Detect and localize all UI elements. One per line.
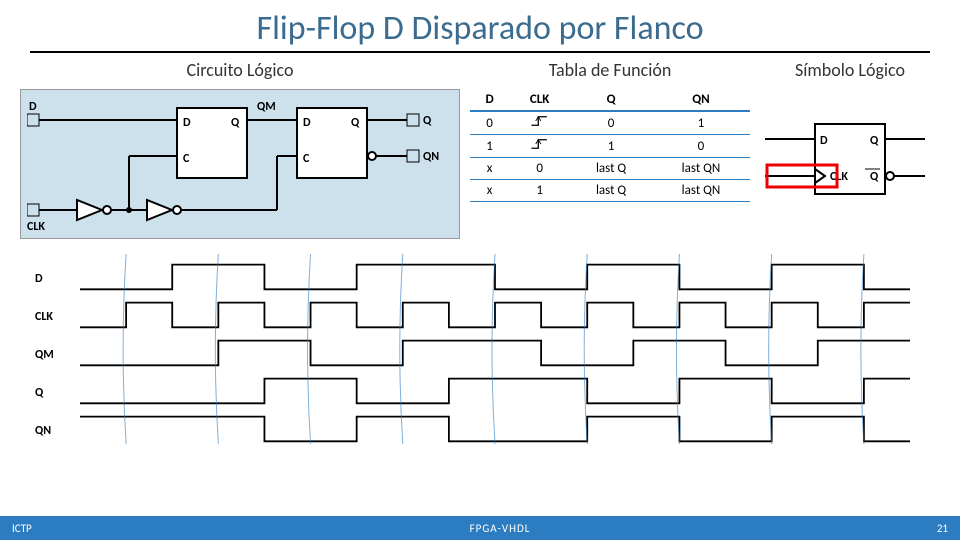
table-row: 001: [470, 111, 750, 135]
table-header: QN: [652, 89, 750, 111]
ff1-c: C: [183, 152, 190, 166]
edge-arrow-icon: [123, 254, 126, 444]
label-clk: CLK: [27, 220, 45, 234]
timing-label: D: [35, 272, 43, 286]
column-circuit: Circuito Lógico D CLK: [20, 59, 460, 239]
footer-left: ICTP: [12, 522, 92, 535]
waveform: [80, 303, 910, 328]
label-qn: QN: [423, 150, 439, 164]
footer-bar: ICTP FPGA-VHDL 21: [0, 516, 960, 540]
ff2-q: Q: [351, 116, 360, 130]
sym-qbar: Q: [870, 170, 879, 184]
heading-table: Tabla de Función: [470, 59, 750, 81]
heading-circuit: Circuito Lógico: [20, 59, 460, 81]
table-row: x0last Qlast QN: [470, 158, 750, 180]
label-d: D: [29, 100, 37, 114]
timing-label: QN: [35, 424, 51, 438]
table-header: Q: [570, 89, 652, 111]
column-symbol: Símbolo Lógico D CLK Q Q: [760, 59, 940, 239]
columns: Circuito Lógico D CLK: [0, 59, 960, 239]
column-table: Tabla de Función DCLKQQN 001110x0last Ql…: [470, 59, 750, 239]
ff1-d: D: [183, 116, 191, 130]
timing-label: CLK: [35, 310, 53, 324]
page-title: Flip-Flop D Disparado por Flanco: [0, 0, 960, 51]
ff2-d: D: [303, 116, 311, 130]
ff1-q: Q: [231, 116, 240, 130]
footer-center: FPGA-VHDL: [92, 522, 908, 535]
table-row: 110: [470, 135, 750, 158]
footer-right: 21: [908, 522, 948, 535]
timing-label: Q: [35, 386, 44, 400]
circuit-diagram: D CLK D C: [20, 89, 460, 239]
label-q: Q: [423, 114, 432, 128]
symbol-diagram: D CLK Q Q: [760, 89, 940, 239]
label-qm: QM: [257, 100, 276, 114]
ff2-c: C: [303, 152, 310, 166]
waveform: [80, 379, 910, 404]
sym-q: Q: [870, 134, 879, 148]
title-underline: [30, 51, 930, 53]
timing-label: QM: [35, 348, 54, 362]
table-row: x1last Qlast QN: [470, 180, 750, 202]
table-header: D: [470, 89, 509, 111]
sym-clk: CLK: [830, 170, 848, 184]
truth-table: DCLKQQN 001110x0last Qlast QNx1last Qlas…: [470, 89, 750, 202]
timing-diagram: D CLK QM Q QN: [0, 249, 960, 454]
heading-symbol: Símbolo Lógico: [760, 59, 940, 81]
waveform: [80, 341, 910, 366]
waveform: [80, 265, 910, 290]
sym-d: D: [820, 134, 828, 148]
circuit-svg: D CLK D C: [27, 96, 455, 234]
symbol-svg: D CLK Q Q: [765, 114, 935, 214]
table-header: CLK: [509, 89, 570, 111]
